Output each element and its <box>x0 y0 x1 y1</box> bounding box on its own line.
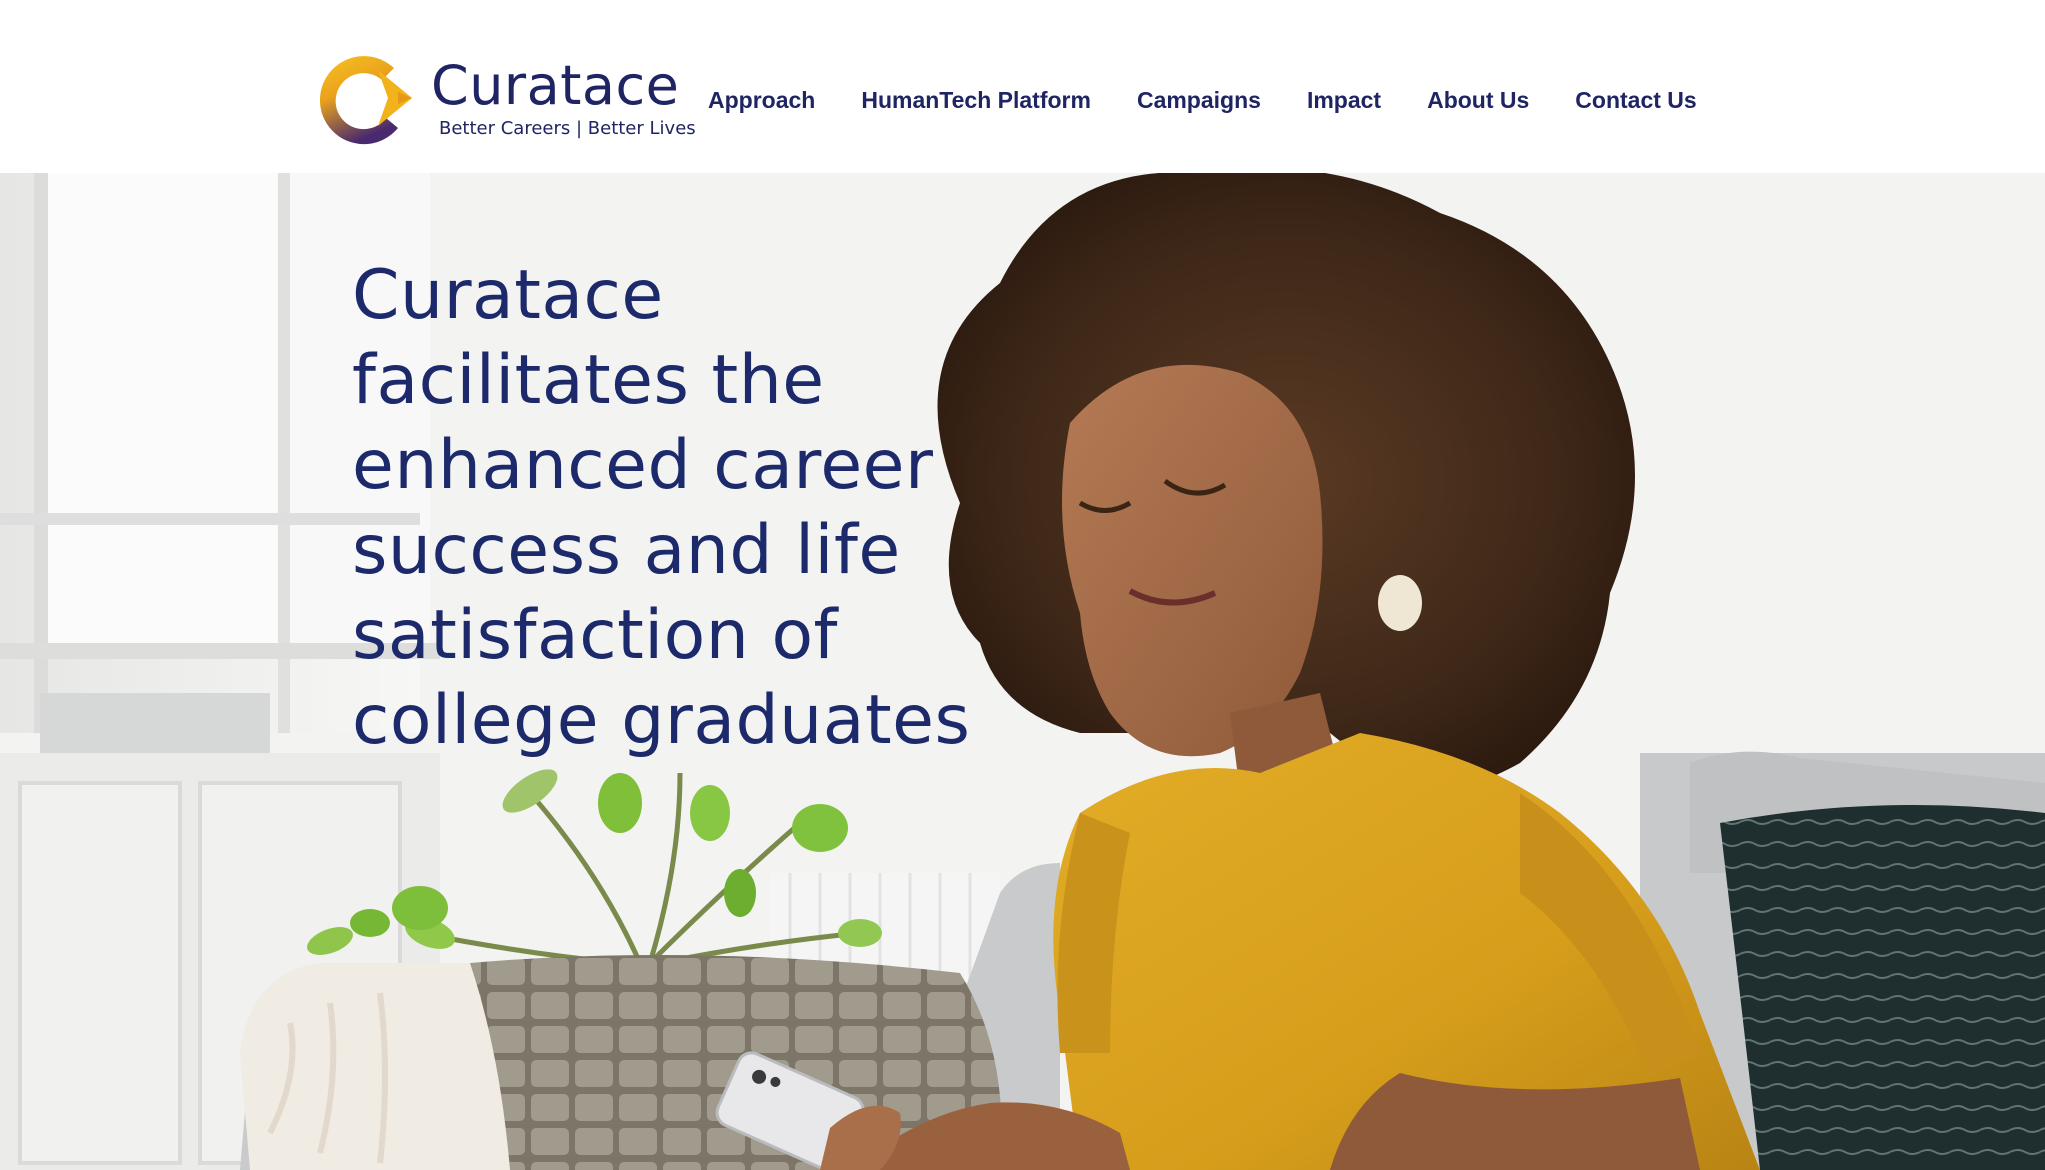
curatace-logo-icon <box>319 56 412 145</box>
page: Curatace Better Careers | Better Lives A… <box>0 0 2045 1170</box>
hero-heading: Curatace facilitates the enhanced career… <box>352 256 971 760</box>
hero-section: Curatace facilitates the enhanced career… <box>0 173 2045 1170</box>
nav-item-impact[interactable]: Impact <box>1307 82 1381 118</box>
nav-item-campaigns[interactable]: Campaigns <box>1137 82 1261 118</box>
brand-tagline: Better Careers | Better Lives <box>439 118 696 139</box>
nav-item-humantech-platform[interactable]: HumanTech Platform <box>861 82 1091 118</box>
brand-name: Curatace <box>431 54 680 117</box>
nav-item-approach[interactable]: Approach <box>708 82 815 118</box>
site-header: Curatace Better Careers | Better Lives A… <box>0 0 2045 173</box>
nav-item-contact-us[interactable]: Contact Us <box>1575 82 1696 118</box>
main-nav: Approach HumanTech Platform Campaigns Im… <box>708 82 1697 118</box>
hero-photo-woman-with-phone <box>0 173 2045 1170</box>
nav-item-about-us[interactable]: About Us <box>1427 82 1529 118</box>
brand-logo-link[interactable]: Curatace Better Careers | Better Lives <box>312 48 696 152</box>
